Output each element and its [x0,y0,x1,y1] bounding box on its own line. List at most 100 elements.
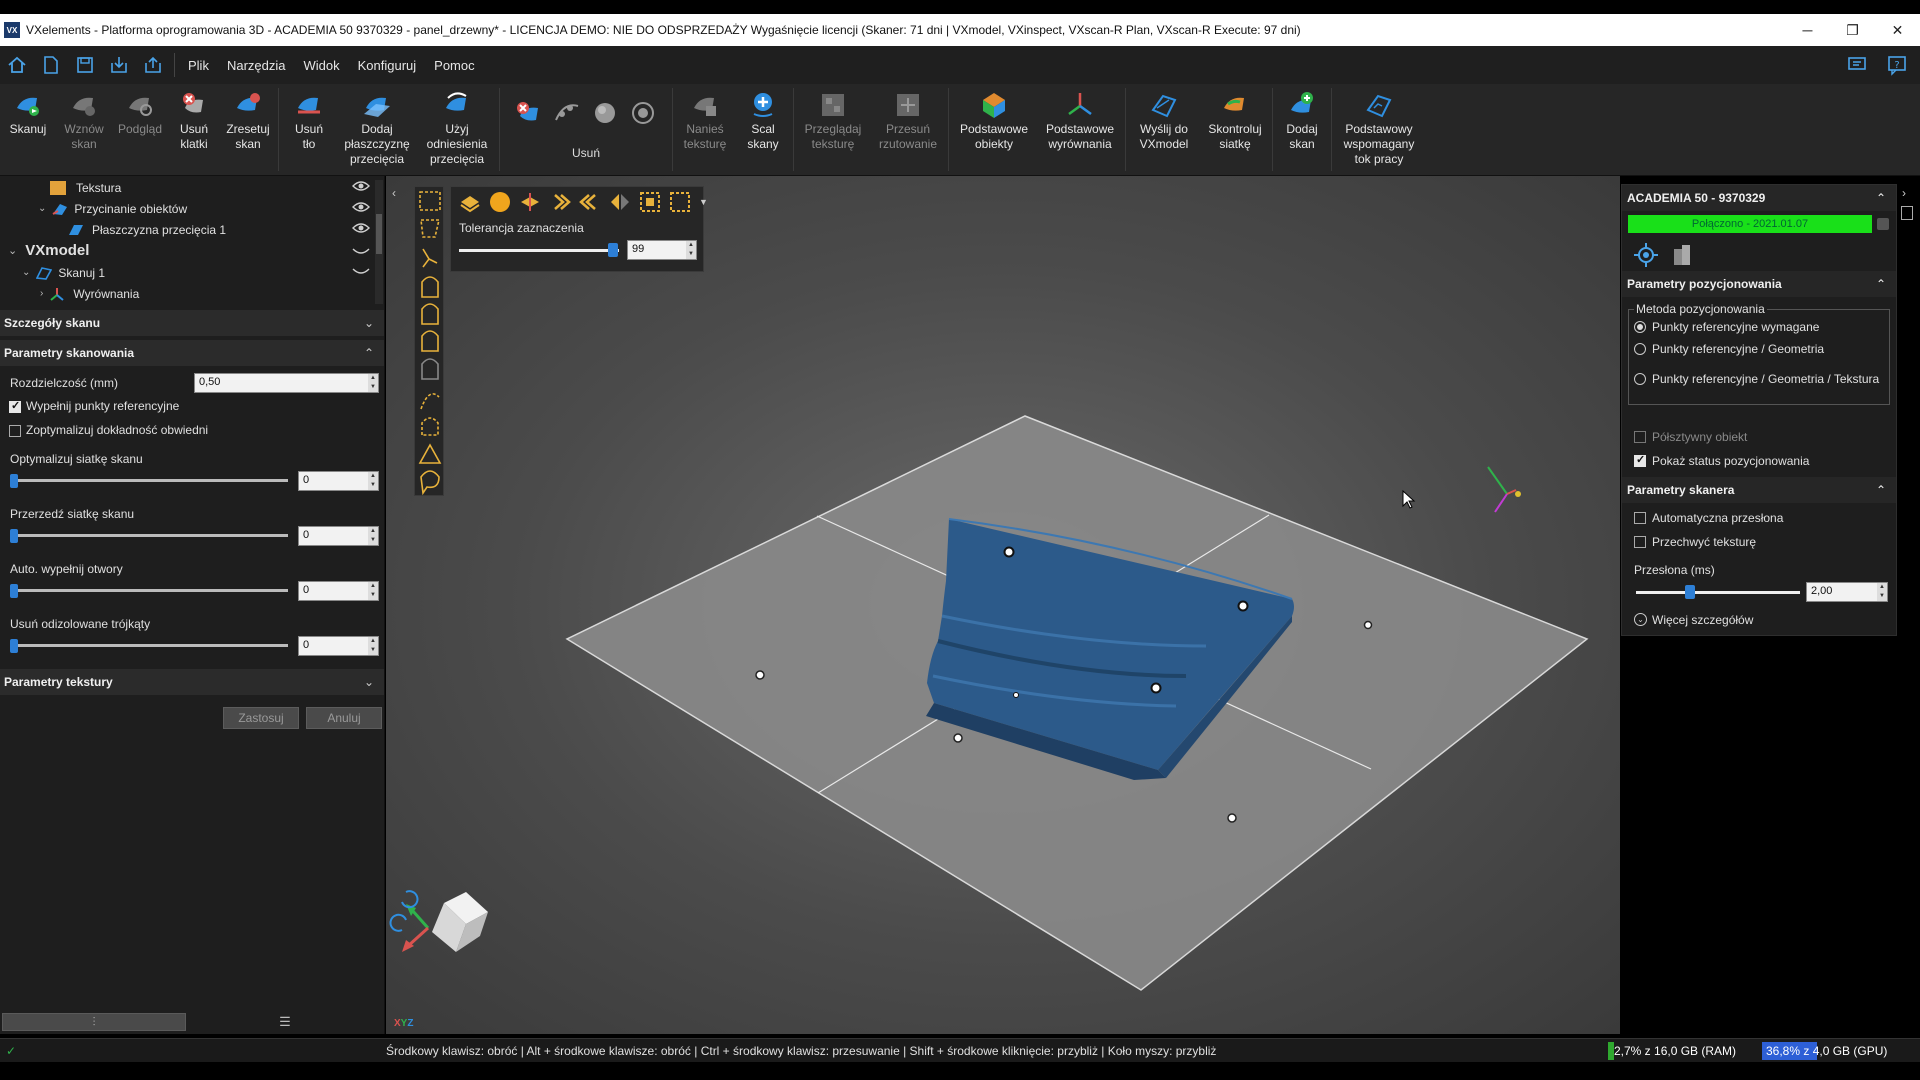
scanner-position-icon[interactable] [1632,241,1660,272]
show-status-checkbox[interactable] [1634,453,1646,467]
cancel-button[interactable]: Anuluj [306,707,382,729]
tolerance-slider-thumb[interactable] [607,243,618,257]
chat-icon[interactable] [1840,48,1874,82]
export-icon[interactable] [136,48,170,82]
remove-isolated-slider[interactable] [12,644,288,647]
apply-button[interactable]: Zastosuj [223,707,299,729]
radio-targets-geometry[interactable] [1634,343,1646,355]
remove-isolated-input[interactable]: 0 ▲ ▼ [298,636,379,656]
optimize-contour-checkbox[interactable] [9,425,21,437]
disconnect-icon[interactable] [1877,218,1889,230]
spin-arrows-icon[interactable]: ▲ ▼ [368,527,378,545]
resolution-input[interactable]: 0,50 ▲ ▼ [194,373,379,393]
delete-target-icon[interactable] [628,98,658,128]
expand-chevron-icon[interactable]: ⌄ [22,267,30,278]
merge-scans-button[interactable]: Scal skany [735,84,791,175]
restore-button[interactable]: ❐ [1830,14,1875,46]
tree-item-scan-1[interactable]: ⌄ Skanuj 1 [0,262,370,283]
auto-fill-holes-slider-thumb[interactable] [10,584,18,598]
select-all-icon[interactable] [639,191,661,213]
radio-targets-required[interactable] [1634,321,1646,333]
grow-selection-icon[interactable] [549,191,571,213]
capture-texture-checkbox[interactable] [1634,536,1646,548]
positioning-params-header[interactable]: Parametry pozycjonowania ⌃ [1622,271,1896,297]
spin-arrows-icon[interactable]: ▲ ▼ [686,241,696,259]
auto-fill-holes-slider[interactable] [12,589,288,592]
apply-texture-button[interactable]: Nanieś teksturę [675,84,735,175]
dropdown-arrow-icon[interactable]: ▼ [699,197,708,207]
more-details-link[interactable]: Więcej szczegółów [1652,613,1753,627]
select-visible-icon[interactable] [489,191,511,213]
list-view-tab[interactable]: ☰ [190,1013,380,1031]
scanner-params-header[interactable]: Parametry skanera ⌃ [1622,477,1896,503]
close-button[interactable]: ✕ [1875,14,1920,46]
add-cutting-plane-button[interactable]: Dodaj płaszczyznę przecięcia [337,84,417,175]
use-cut-reference-button[interactable]: Użyj odniesienia przecięcia [417,84,497,175]
expand-chevron-icon[interactable]: ⌄ [8,244,17,257]
shrink-selection-icon[interactable] [579,191,601,213]
select-plane-icon[interactable] [519,191,541,213]
optimize-mesh-input[interactable]: 0 ▲ ▼ [298,471,379,491]
clear-selection-icon[interactable] [669,191,691,213]
tree-scrollbar[interactable] [375,180,383,304]
shutter-slider-thumb[interactable] [1685,585,1695,599]
collapse-right-icon[interactable]: › [1902,186,1906,200]
menu-file[interactable]: Plik [179,58,218,73]
decimate-mesh-slider[interactable] [12,534,288,537]
auto-fill-holes-input[interactable]: 0 ▲ ▼ [298,581,379,601]
basic-entities-button[interactable]: Podstawowe obiekty [951,84,1037,175]
delete-overlap-icon[interactable] [552,98,582,128]
new-file-icon[interactable] [34,48,68,82]
help-icon[interactable]: ? [1880,48,1914,82]
basic-alignments-button[interactable]: Podstawowe wyrównania [1037,84,1123,175]
spin-arrows-icon[interactable]: ▲ ▼ [1877,583,1887,601]
scan-params-header[interactable]: Parametry skanowania ⌃ [0,340,384,366]
guided-workflow-button[interactable]: Podstawowy wspomagany tok pracy [1334,84,1424,175]
scanner-device-icon[interactable] [1670,243,1694,270]
tolerance-slider[interactable] [459,249,619,252]
optimize-mesh-slider[interactable] [12,479,288,482]
scanner-device-header[interactable]: ACADEMIA 50 - 9370329 ⌃ [1622,185,1896,211]
spin-arrows-icon[interactable]: ▲ ▼ [368,472,378,490]
tolerance-input[interactable]: 99 ▲ ▼ [627,240,697,260]
panel-dock-icon[interactable] [1901,206,1913,220]
tree-view-tab[interactable]: ⫶ [2,1013,186,1031]
menu-tools[interactable]: Narzędzia [218,58,295,73]
fill-targets-checkbox[interactable] [9,399,21,413]
minimize-button[interactable]: ─ [1785,14,1830,46]
move-projection-button[interactable]: Przesuń rzutowanie [870,84,946,175]
texture-params-header[interactable]: Parametry tekstury ⌄ [0,669,384,695]
browse-texture-button[interactable]: Przeglądaj teksturę [796,84,870,175]
inspect-mesh-button[interactable]: Skontroluj siatkę [1200,84,1270,175]
select-through-icon[interactable] [459,191,481,213]
visibility-eye-icon[interactable] [352,201,370,216]
delete-frames-button[interactable]: Usuń klatki [168,84,220,175]
expand-chevron-icon[interactable]: ⌄ [38,203,46,214]
decimate-mesh-slider-thumb[interactable] [10,529,18,543]
home-icon[interactable] [0,48,34,82]
auto-shutter-checkbox[interactable] [1634,512,1646,524]
delete-isolated-icon[interactable] [514,98,544,128]
scan-details-header[interactable]: Szczegóły skanu ⌄ [0,310,384,336]
shutter-slider[interactable] [1636,591,1800,594]
import-icon[interactable] [102,48,136,82]
delete-sphere-icon[interactable] [590,98,620,128]
spin-arrows-icon[interactable]: ▲ ▼ [368,374,378,392]
reset-scan-button[interactable]: Zresetuj skan [220,84,276,175]
tree-item-texture[interactable]: Tekstura [0,177,370,198]
tree-item-alignments[interactable]: › Wyrównania [0,283,139,304]
collapse-left-icon[interactable]: ‹ [392,186,396,200]
send-to-vxmodel-button[interactable]: Wyślij do VXmodel [1128,84,1200,175]
menu-configure[interactable]: Konfiguruj [349,58,426,73]
hidden-eye-icon[interactable] [352,265,370,280]
resume-scan-button[interactable]: Wznów skan [56,84,112,175]
visibility-eye-icon[interactable] [352,180,370,195]
expand-chevron-icon[interactable]: › [40,288,43,299]
tree-item-trim-objects[interactable]: ⌄ Przycinanie obiektów [0,198,370,219]
shutter-input[interactable]: 2,00 ▲ ▼ [1806,582,1888,602]
hidden-eye-icon[interactable] [352,244,370,261]
visibility-eye-icon[interactable] [352,222,370,237]
save-icon[interactable] [68,48,102,82]
menu-view[interactable]: Widok [294,58,348,73]
preview-button[interactable]: Podgląd [112,84,168,175]
